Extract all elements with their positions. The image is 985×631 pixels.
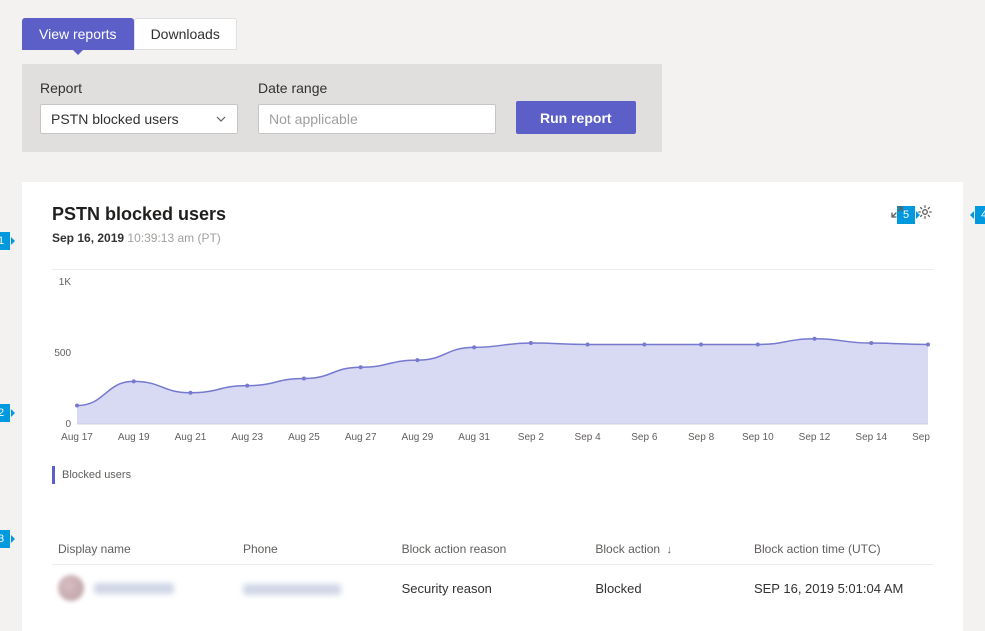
legend-swatch [52,466,55,484]
avatar [58,575,84,601]
tab-downloads[interactable]: Downloads [134,18,237,50]
svg-text:1K: 1K [59,277,72,288]
gear-icon [917,204,933,220]
col-reason[interactable]: Block action reason [396,534,590,565]
svg-text:Aug 31: Aug 31 [458,432,490,443]
svg-text:0: 0 [65,419,71,430]
callout-4: 4 [975,206,985,224]
cell-display-name: x [52,565,237,612]
filter-date-group: Date range Not applicable [258,80,496,134]
callout-1: 1 [0,232,10,250]
callout-3: 3 [0,530,10,548]
results-table: Display name Phone Block action reason B… [52,534,933,611]
chart: 0 500 1K Aug 17 Aug 19 Aug 21 Aug 23 Aug 25 Aug … [52,269,933,494]
cell-action: Blocked [589,565,748,612]
expand-icon [889,204,905,220]
chart-legend: Blocked users [52,466,933,484]
run-report-button[interactable]: Run report [516,101,636,134]
report-title: PSTN blocked users [52,204,933,225]
cell-phone: x [237,565,396,612]
svg-text:500: 500 [54,348,71,359]
svg-text:Aug 17: Aug 17 [61,432,93,443]
svg-text:Sep 14: Sep 14 [855,432,887,443]
col-action[interactable]: Block action ↓ [589,534,748,565]
report-dropdown-value: PSTN blocked users [51,111,179,127]
legend-label: Blocked users [62,469,131,481]
settings-button[interactable] [917,204,933,220]
svg-text:Aug 19: Aug 19 [118,432,150,443]
report-card: 1 2 3 5 4 PSTN blocked users Sep 16, 201… [22,182,963,631]
callout-2: 2 [0,404,10,422]
redacted-name: x [94,583,174,594]
svg-text:Sep 16: Sep 16 [912,432,933,443]
svg-text:Sep 12: Sep 12 [799,432,831,443]
svg-text:Sep 4: Sep 4 [575,432,602,443]
col-phone[interactable]: Phone [237,534,396,565]
svg-text:Sep 8: Sep 8 [688,432,715,443]
cell-reason: Security reason [396,565,590,612]
timestamp-date: Sep 16, 2019 [52,231,124,245]
redacted-phone: x [243,584,341,595]
tabs-bar: View reports Downloads [0,0,985,50]
svg-text:Sep 2: Sep 2 [518,432,545,443]
table-row[interactable]: x x Security reason Blocked SEP 16, 2019… [52,565,933,612]
svg-text:Aug 29: Aug 29 [402,432,434,443]
report-label: Report [40,80,238,96]
svg-text:Aug 21: Aug 21 [175,432,207,443]
report-actions [889,204,933,220]
col-time[interactable]: Block action time (UTC) [748,534,933,565]
col-display-name[interactable]: Display name [52,534,237,565]
fullscreen-button[interactable] [889,204,905,220]
col-action-label: Block action [595,542,660,556]
filter-report-group: Report PSTN blocked users [40,80,238,134]
report-dropdown[interactable]: PSTN blocked users [40,104,238,134]
svg-text:Aug 25: Aug 25 [288,432,320,443]
svg-text:Sep 10: Sep 10 [742,432,774,443]
cell-time: SEP 16, 2019 5:01:04 AM [748,565,933,612]
svg-text:Aug 23: Aug 23 [231,432,263,443]
date-range-label: Date range [258,80,496,96]
timestamp-time: 10:39:13 am (PT) [127,231,220,245]
filter-bar: Report PSTN blocked users Date range Not… [22,64,662,152]
date-range-dropdown[interactable]: Not applicable [258,104,496,134]
chevron-down-icon [215,113,227,125]
sort-down-icon: ↓ [666,544,672,556]
tab-view-reports[interactable]: View reports [22,18,134,50]
date-range-value: Not applicable [269,111,358,127]
timestamp: Sep 16, 2019 10:39:13 am (PT) [52,231,933,245]
chart-canvas: 0 500 1K Aug 17 Aug 19 Aug 21 Aug 23 Aug 25 Aug … [52,276,933,446]
svg-text:Sep 6: Sep 6 [631,432,658,443]
svg-text:Aug 27: Aug 27 [345,432,377,443]
